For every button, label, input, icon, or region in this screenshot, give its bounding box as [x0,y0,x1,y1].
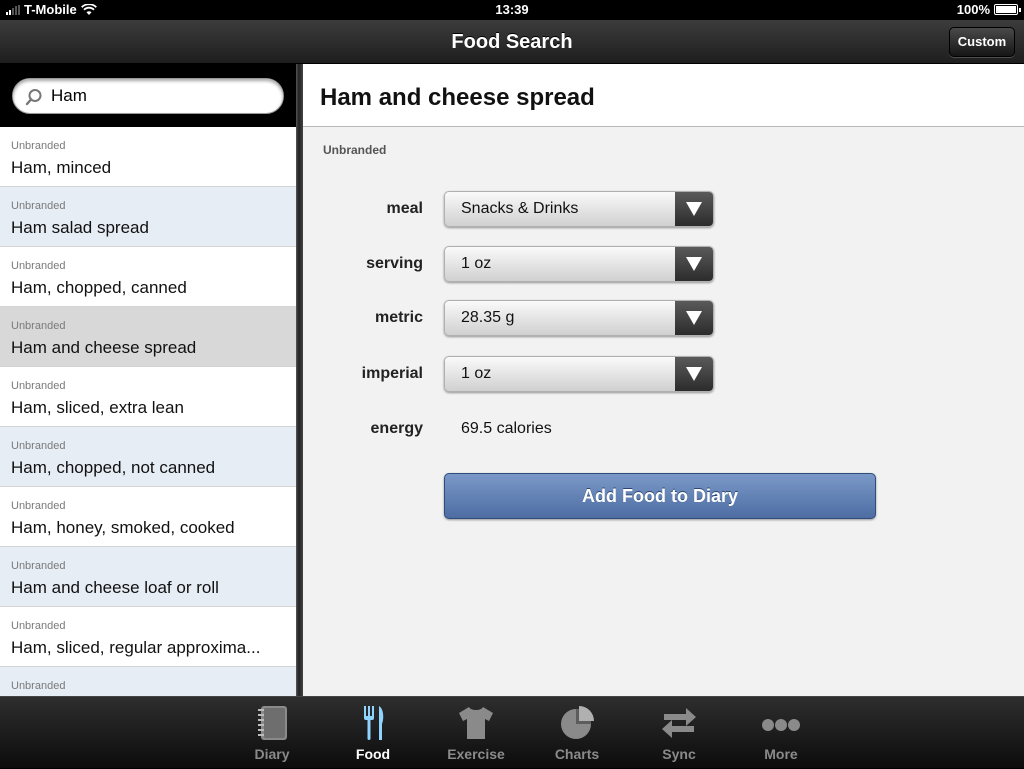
result-name: Ham, chopped, not canned [11,458,216,477]
battery-percent: 100% [956,2,990,17]
result-row[interactable]: Unbranded Ham, sliced, regular approxima… [0,607,296,667]
result-row-selected[interactable]: Unbranded Ham and cheese spread [0,307,296,367]
result-brand: Unbranded [11,260,66,272]
result-row[interactable]: Unbranded [0,667,296,696]
energy-label: energy [370,420,423,437]
result-row[interactable]: Unbranded Ham, chopped, canned [0,247,296,307]
metric-select[interactable]: 28.35 g [444,300,714,336]
metric-label: metric [374,309,423,326]
result-name: Ham salad spread [11,218,149,237]
tab-charts[interactable]: Charts [526,697,628,769]
notebook-icon [258,706,287,740]
result-brand: Unbranded [11,440,66,452]
food-title: Ham and cheese spread [320,84,595,111]
tab-label: Diary [254,746,290,762]
sync-arrows-icon [662,708,696,738]
tab-label: Charts [554,746,600,762]
result-brand: Unbranded [11,380,66,392]
clock: 13:39 [495,2,529,17]
navigation-bar: Food Search Custom [0,20,1024,64]
pie-chart-icon [561,706,594,739]
tab-more[interactable]: More [730,697,832,769]
dropdown-arrow-icon [675,357,713,391]
result-brand: Unbranded [11,560,66,572]
result-brand: Unbranded [11,620,66,632]
dropdown-arrow-icon [675,192,713,226]
result-row[interactable]: Unbranded Ham, chopped, not canned [0,427,296,487]
result-name: Ham, chopped, canned [11,278,187,297]
tab-label: Sync [662,746,696,762]
result-name: Ham, honey, smoked, cooked [11,518,235,537]
search-bar [0,64,296,127]
food-detail-pane: Ham and cheese spread Unbranded meal Sna… [303,64,1024,696]
search-input[interactable] [51,84,271,108]
result-row[interactable]: Unbranded Ham and cheese loaf or roll [0,547,296,607]
tab-label: More [764,746,798,762]
food-brand: Unbranded [323,143,387,157]
result-name: Ham, minced [11,158,112,177]
serving-label: serving [366,255,423,272]
tab-label: Exercise [447,746,505,762]
meal-label: meal [386,200,423,217]
battery-icon [994,4,1021,15]
result-brand: Unbranded [11,140,66,152]
results-list: Unbranded Ham, minced Unbranded Ham sala… [0,127,296,696]
imperial-value: 1 oz [461,365,492,382]
tab-label: Food [355,746,391,762]
meal-value: Snacks & Drinks [461,200,579,217]
battery-info: 100% [956,2,1021,17]
tab-diary[interactable]: Diary [221,697,323,769]
imperial-label: imperial [361,365,423,382]
dropdown-arrow-icon [675,247,713,281]
add-food-to-diary-button[interactable]: Add Food to Diary [444,473,876,519]
search-results-pane: Unbranded Ham, minced Unbranded Ham sala… [0,64,296,696]
search-icon [25,89,42,106]
tab-bar: Diary Food Exercise Charts Sync More [0,696,1024,768]
tshirt-icon [459,707,493,739]
result-row[interactable]: Unbranded Ham salad spread [0,187,296,247]
result-row[interactable]: Unbranded Ham, sliced, extra lean [0,367,296,427]
result-brand: Unbranded [11,320,66,332]
meal-select[interactable]: Snacks & Drinks [444,191,714,227]
more-dots-icon [762,719,800,731]
tab-sync[interactable]: Sync [628,697,730,769]
status-bar: T-Mobile 13:39 100% [0,0,1024,20]
metric-value: 28.35 g [461,309,515,326]
result-brand: Unbranded [11,680,66,692]
tab-exercise[interactable]: Exercise [425,697,527,769]
result-name: Ham, sliced, regular approxima... [11,638,261,657]
tab-food[interactable]: Food [322,697,424,769]
result-brand: Unbranded [11,500,66,512]
fork-knife-icon [364,706,384,740]
imperial-select[interactable]: 1 oz [444,356,714,392]
result-brand: Unbranded [11,200,66,212]
serving-value: 1 oz [461,255,492,272]
split-divider [296,64,303,696]
result-row[interactable]: Unbranded Ham, honey, smoked, cooked [0,487,296,547]
page-title: Food Search [451,31,573,53]
result-name: Ham, sliced, extra lean [11,398,184,417]
custom-button[interactable]: Custom [949,27,1015,57]
serving-select[interactable]: 1 oz [444,246,714,282]
detail-header: Ham and cheese spread [303,64,1024,127]
search-field[interactable] [12,78,284,114]
dropdown-arrow-icon [675,301,713,335]
result-name: Ham and cheese spread [11,338,197,357]
energy-value: 69.5 calories [461,420,552,437]
result-row[interactable]: Unbranded Ham, minced [0,127,296,187]
result-name: Ham and cheese loaf or roll [11,578,219,597]
